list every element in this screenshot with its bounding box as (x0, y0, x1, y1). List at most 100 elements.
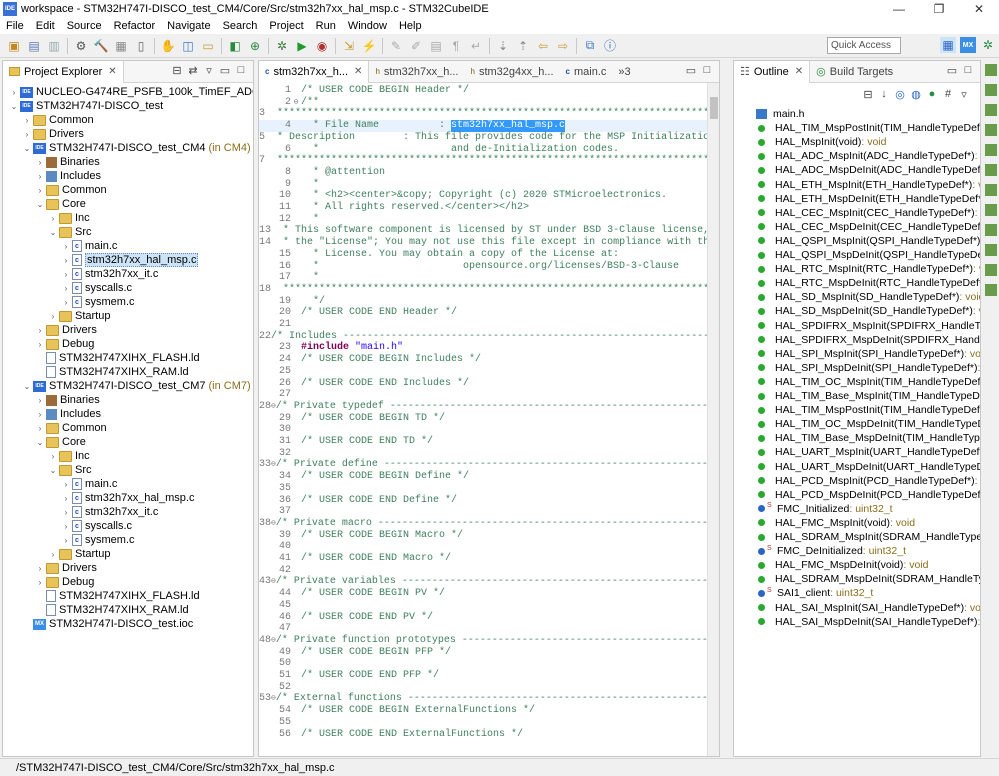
outline-item[interactable]: HAL_UART_MspDeInit(UART_HandleTypeDef*) … (750, 460, 980, 474)
code-line[interactable]: 4 * File Name : stm32h7xx_hal_msp.c (259, 120, 707, 132)
code-line[interactable]: 31 /* USER CODE END TD */ (259, 436, 707, 448)
word-wrap-icon[interactable]: ↵ (468, 38, 484, 54)
close-icon[interactable]: ✕ (795, 66, 803, 77)
search-icon[interactable]: ⚡ (361, 38, 377, 54)
code-line[interactable]: 6 * and de-Initialization codes. (259, 144, 707, 156)
tree-item[interactable]: › c main.c (61, 477, 117, 491)
tree-item[interactable]: MX STM32H747I-DISCO_test.ioc (22, 617, 193, 631)
outline-item[interactable]: HAL_RTC_MspDeInit(RTC_HandleTypeDef*) : … (750, 276, 980, 290)
outline-item[interactable]: HAL_ADC_MspDeInit(ADC_HandleTypeDef*) : … (750, 163, 980, 177)
tab-project-explorer[interactable]: Project Explorer ✕ (3, 60, 124, 83)
menu-run[interactable]: Run (310, 20, 342, 32)
close-button[interactable]: ✕ (959, 2, 999, 16)
expanded-chevron-icon[interactable]: ⌄ (35, 438, 45, 447)
tree-item[interactable]: › Binaries (35, 155, 100, 169)
minimize-button[interactable]: — (879, 2, 919, 16)
search-results-icon[interactable] (985, 144, 997, 156)
tree-item[interactable]: › c stm32h7xx_hal_msp.c (61, 491, 194, 505)
outline-item[interactable]: HAL_PCD_MspInit(PCD_HandleTypeDef*) : vo… (750, 474, 980, 488)
properties-icon[interactable] (985, 124, 997, 136)
code-line[interactable]: 53 ⊖/* External functions ---------------… (259, 693, 719, 705)
code-area[interactable]: 1/* USER CODE BEGIN Header */2 ⊖/** 3 ****… (259, 83, 719, 756)
hide-static-icon[interactable]: ◍ (908, 88, 924, 101)
view-menu-icon[interactable]: ▿ (201, 64, 217, 77)
collapsed-chevron-icon[interactable]: › (61, 298, 71, 307)
code-line[interactable]: 20 /* USER CODE END Header */ (259, 307, 707, 319)
maximize-button[interactable]: ❐ (919, 2, 959, 16)
console-icon[interactable] (985, 64, 997, 76)
tree-item[interactable]: ›IDENUCLEO-G474RE_PSFB_100k_TimEF_ADC1-5… (9, 85, 253, 99)
tree-item[interactable]: STM32H747XIHX_RAM.ld (35, 365, 189, 379)
collapsed-chevron-icon[interactable]: › (61, 284, 71, 293)
tree-item[interactable]: › Inc (48, 211, 90, 225)
outline-item[interactable]: HAL_SPDIFRX_MspInit(SPDIFRX_HandleTypeDe… (750, 319, 980, 333)
live-expressions-icon[interactable] (985, 224, 997, 236)
tab-editor-file-1[interactable]: c stm32h7xx_h... ✕ (259, 60, 370, 83)
tab-build-targets[interactable]: ◎ Build Targets (810, 61, 899, 83)
device-icon[interactable]: ▯ (133, 38, 149, 54)
toggle-mark-icon[interactable]: ✐ (408, 38, 424, 54)
menu-navigate[interactable]: Navigate (161, 20, 216, 32)
code-line[interactable]: 54 /* USER CODE BEGIN ExternalFunctions *… (259, 705, 707, 717)
outline-item[interactable]: HAL_FMC_MspInit(void) : void (750, 516, 915, 530)
collapsed-chevron-icon[interactable]: › (61, 508, 71, 517)
expanded-chevron-icon[interactable]: ⌄ (22, 382, 32, 391)
tab-overflow[interactable]: »3 (612, 61, 636, 83)
close-icon[interactable]: ✕ (354, 66, 362, 77)
tree-item[interactable]: › Drivers (22, 127, 84, 141)
show-whitespace-icon[interactable]: ¶ (448, 38, 464, 54)
code-line[interactable]: 15 * License. You may obtain a copy of t… (259, 249, 707, 261)
expanded-chevron-icon[interactable]: ⌄ (48, 228, 58, 237)
collapsed-chevron-icon[interactable]: › (61, 270, 71, 279)
outline-item[interactable]: S FMC_Initialized : uint32_t (750, 502, 893, 516)
tab-editor-file-4[interactable]: c main.c (560, 61, 613, 83)
hand-icon[interactable]: ✋ (160, 38, 176, 54)
outline-item[interactable]: HAL_SD_MspInit(SD_HandleTypeDef*) : void (750, 290, 980, 304)
outline-item[interactable]: HAL_SAI_MspDeInit(SAI_HandleTypeDef*) : … (750, 615, 980, 629)
code-line[interactable]: 33 ⊖/* Private define -------------------… (259, 459, 719, 471)
outline-item[interactable]: HAL_SDRAM_MspInit(SDRAM_HandleTypeDef*) … (750, 530, 980, 544)
code-line[interactable]: 10 * <h2><center>&copy; Copyright (c) 20… (259, 190, 707, 202)
tree-item[interactable]: › c main.c (61, 239, 117, 253)
tree-item[interactable]: STM32H747XIHX_FLASH.ld (35, 589, 200, 603)
code-line[interactable]: 16 * opensource.org/licenses/BSD-3-Claus… (259, 261, 707, 273)
group-includes-icon[interactable]: # (940, 88, 956, 100)
code-line[interactable]: 44 /* USER CODE BEGIN PV */ (259, 588, 707, 600)
expanded-chevron-icon[interactable]: ⌄ (35, 200, 45, 209)
prev-annotation-icon[interactable]: ⇡ (515, 38, 531, 54)
collapsed-chevron-icon[interactable]: › (35, 158, 45, 167)
collapsed-chevron-icon[interactable]: › (35, 186, 45, 195)
code-line[interactable]: 2 ⊖/** (259, 97, 707, 109)
code-line[interactable]: 39 /* USER CODE BEGIN Macro */ (259, 530, 707, 542)
code-line[interactable]: 13 * This software component is licensed… (259, 225, 709, 237)
outline-item[interactable]: HAL_TIM_OC_MspDeInit(TIM_HandleTypeDef*)… (750, 417, 980, 431)
close-icon[interactable]: ✕ (108, 66, 116, 77)
tree-item[interactable]: ⌄ IDE STM32H747I-DISCO_test_CM4 (in CM4) (22, 141, 251, 155)
new-icon[interactable]: ▣ (6, 38, 22, 54)
code-line[interactable]: 36 /* USER CODE END Define */ (259, 495, 707, 507)
outline-item[interactable]: HAL_TIM_Base_MspInit(TIM_HandleTypeDef*)… (750, 389, 980, 403)
collapsed-chevron-icon[interactable]: › (22, 130, 32, 139)
code-line[interactable]: 3 **************************************… (259, 108, 719, 120)
code-line[interactable]: 45 (259, 600, 707, 612)
code-line[interactable]: 41 /* USER CODE END Macro */ (259, 553, 707, 565)
collapsed-chevron-icon[interactable]: › (35, 172, 45, 181)
tree-item[interactable]: › c syscalls.c (61, 519, 132, 533)
tree-item[interactable]: ⌄ IDE STM32H747I-DISCO_test_CM7 (in CM7) (22, 379, 251, 393)
menu-edit[interactable]: Edit (30, 20, 61, 32)
code-line[interactable]: 47 (259, 623, 707, 635)
code-line[interactable]: 11 * All rights reserved.</center></h2> (259, 202, 707, 214)
code-line[interactable]: 17 * (259, 272, 707, 284)
code-line[interactable]: 1 /* USER CODE BEGIN Header */ (259, 85, 707, 97)
outline-item[interactable]: HAL_FMC_MspDeInit(void) : void (750, 558, 928, 572)
code-line[interactable]: 56 /* USER CODE END ExternalFunctions */ (259, 729, 707, 741)
collapsed-chevron-icon[interactable]: › (9, 88, 19, 97)
debug-icon[interactable]: ✲ (274, 38, 290, 54)
tree-item[interactable]: › Drivers (35, 561, 97, 575)
code-line[interactable]: 48 ⊖/* Private function prototypes ------… (259, 635, 719, 647)
forward-icon[interactable]: ⇨ (555, 38, 571, 54)
outline-item[interactable]: HAL_QSPI_MspDeInit(QSPI_HandleTypeDef*) … (750, 248, 980, 262)
code-line[interactable]: 35 (259, 483, 707, 495)
tree-item[interactable]: › Includes (35, 407, 101, 421)
menu-source[interactable]: Source (61, 20, 108, 32)
